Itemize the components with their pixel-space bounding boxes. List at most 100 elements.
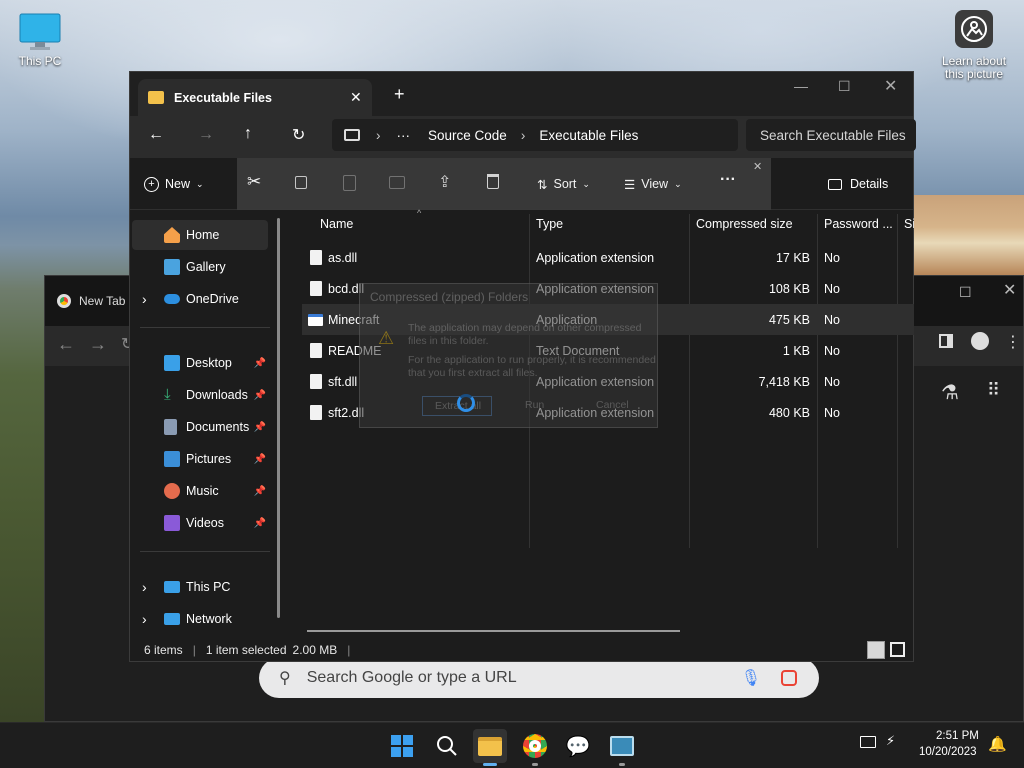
- dialog-message-4: that you first extract all files.: [408, 367, 538, 379]
- sidebar-item-videos[interactable]: Videos 📌: [132, 508, 268, 538]
- sidebar-scrollbar[interactable]: [277, 218, 280, 618]
- more-options-icon[interactable]: ···: [720, 171, 736, 189]
- tiles-view-icon[interactable]: [890, 642, 905, 657]
- maximize-icon[interactable]: ☐: [838, 78, 851, 95]
- chevron-right-icon[interactable]: ›: [142, 291, 147, 307]
- taskbar-chrome[interactable]: [518, 729, 552, 766]
- dll-file-icon: [310, 281, 322, 296]
- view-button[interactable]: ☰ View ⌄: [624, 172, 682, 196]
- explorer-tab-title: Executable Files: [174, 90, 272, 105]
- start-button[interactable]: [385, 729, 419, 763]
- search-icon: ⚲: [279, 670, 291, 687]
- chevron-right-icon[interactable]: ›: [142, 579, 147, 595]
- details-pane-icon: [828, 178, 842, 190]
- file-size: 7,418 KB: [758, 374, 810, 389]
- network-status-icon[interactable]: ⚡: [886, 733, 895, 749]
- breadcrumb-root[interactable]: Source Code: [428, 128, 507, 143]
- chrome-tab[interactable]: New Tab: [57, 286, 137, 316]
- breadcrumb[interactable]: › ··· Source Code › Executable Files: [332, 119, 738, 151]
- chrome-sidepanel-icon[interactable]: [939, 334, 953, 348]
- details-button[interactable]: Details: [828, 172, 888, 196]
- selection-size: 2.00 MB: [292, 643, 338, 657]
- sidebar-item-music[interactable]: Music 📌: [132, 476, 268, 506]
- back-icon[interactable]: ←: [148, 126, 164, 144]
- desktop-icon-learn-about-picture[interactable]: Learn about this picture: [934, 10, 1014, 81]
- chrome-apps-icon[interactable]: ⠿: [987, 380, 1000, 401]
- chrome-close-icon[interactable]: ✕: [1003, 280, 1016, 300]
- sidebar-item-documents[interactable]: Documents 📌: [132, 412, 268, 442]
- sidebar-item-label: Music: [186, 484, 219, 498]
- file-row[interactable]: as.dll Application extension 17 KB No: [302, 242, 914, 273]
- lens-icon[interactable]: [781, 670, 797, 686]
- close-icon[interactable]: ✕: [884, 76, 897, 96]
- pin-icon: 📌: [253, 485, 266, 497]
- column-header-compressed-size[interactable]: Compressed size: [696, 217, 793, 231]
- item-count: 6 items: [144, 643, 183, 657]
- taskbar-file-explorer[interactable]: [473, 729, 507, 766]
- chevron-right-icon[interactable]: ›: [142, 611, 147, 627]
- run-button[interactable]: Run: [525, 399, 544, 411]
- search-placeholder: Search Executable Files: [760, 127, 906, 143]
- file-password: No: [824, 405, 840, 420]
- text-file-icon: [310, 343, 322, 358]
- search-input[interactable]: Search Executable Files: [746, 119, 916, 151]
- column-header-size[interactable]: Si: [904, 217, 914, 231]
- sidebar-item-onedrive[interactable]: › OneDrive: [132, 284, 268, 314]
- column-header-type[interactable]: Type: [536, 217, 563, 231]
- sidebar-item-gallery[interactable]: Gallery: [132, 252, 268, 282]
- overlay-close-icon[interactable]: ✕: [753, 160, 762, 173]
- chrome-labs-icon[interactable]: ⚗: [941, 380, 959, 405]
- sidebar-item-home[interactable]: Home: [132, 220, 268, 250]
- refresh-icon[interactable]: ↻: [292, 125, 305, 145]
- tab-close-icon[interactable]: ✕: [350, 89, 362, 106]
- chrome-back-icon[interactable]: ←: [57, 334, 75, 355]
- notification-bell-icon[interactable]: 🔔: [988, 735, 1007, 753]
- sidebar-item-pictures[interactable]: Pictures 📌: [132, 444, 268, 474]
- rename-icon[interactable]: [389, 176, 405, 189]
- details-label: Details: [850, 177, 889, 191]
- taskbar-chat[interactable]: 💬: [561, 729, 595, 763]
- chrome-omnibox[interactable]: ⚲ Search Google or type a URL 🎙: [259, 658, 819, 698]
- ellipsis-icon[interactable]: ···: [397, 128, 411, 143]
- explorer-tab[interactable]: Executable Files ✕: [138, 79, 372, 116]
- display-icon[interactable]: [860, 736, 876, 748]
- horizontal-scrollbar[interactable]: [307, 630, 680, 632]
- up-icon[interactable]: ↑: [244, 125, 252, 143]
- breadcrumb-current[interactable]: Executable Files: [539, 128, 638, 143]
- microphone-icon[interactable]: 🎙: [741, 668, 761, 688]
- clock-time[interactable]: 2:51 PM: [936, 730, 979, 742]
- sidebar-item-downloads[interactable]: ⤓ Downloads 📌: [132, 380, 268, 410]
- paste-icon[interactable]: [343, 175, 356, 191]
- sidebar-item-desktop[interactable]: Desktop 📌: [132, 348, 268, 378]
- chrome-forward-icon[interactable]: →: [89, 334, 107, 355]
- column-header-password[interactable]: Password ...: [824, 217, 893, 231]
- column-header-name[interactable]: Name: [320, 217, 353, 231]
- forward-icon[interactable]: →: [198, 126, 214, 144]
- copy-icon[interactable]: [295, 176, 307, 189]
- status-divider: |: [192, 643, 196, 657]
- clock-date[interactable]: 10/20/2023: [919, 746, 977, 758]
- sidebar-item-label: OneDrive: [186, 292, 239, 306]
- running-indicator: [619, 763, 625, 766]
- share-icon[interactable]: ⇪: [438, 172, 451, 192]
- sidebar-item-this-pc[interactable]: › This PC: [132, 572, 268, 602]
- taskbar: 💬 ⚡ 2:51 PM 10/20/2023 🔔: [0, 722, 1024, 768]
- new-button[interactable]: + New ⌄: [144, 172, 204, 196]
- chrome-menu-icon[interactable]: ⋮: [1005, 332, 1021, 352]
- taskbar-terminal[interactable]: [605, 729, 639, 766]
- search-button[interactable]: [430, 729, 464, 763]
- chrome-profile-icon[interactable]: [971, 332, 989, 350]
- details-view-icon[interactable]: [867, 641, 885, 659]
- desktop-icon-this-pc[interactable]: This PC: [0, 12, 80, 68]
- new-tab-icon[interactable]: +: [394, 84, 405, 105]
- cut-icon[interactable]: ✂: [247, 172, 261, 192]
- minimize-icon[interactable]: —: [794, 78, 808, 94]
- gallery-icon: [164, 259, 180, 275]
- chrome-maximize-icon[interactable]: ☐: [959, 284, 972, 301]
- sort-button[interactable]: ⇅ Sort ⌄: [537, 172, 590, 196]
- sidebar-item-network[interactable]: › Network: [132, 604, 268, 634]
- file-password: No: [824, 281, 840, 296]
- sidebar-divider: [140, 327, 270, 328]
- delete-icon[interactable]: [487, 174, 499, 189]
- cancel-button[interactable]: Cancel: [596, 399, 629, 411]
